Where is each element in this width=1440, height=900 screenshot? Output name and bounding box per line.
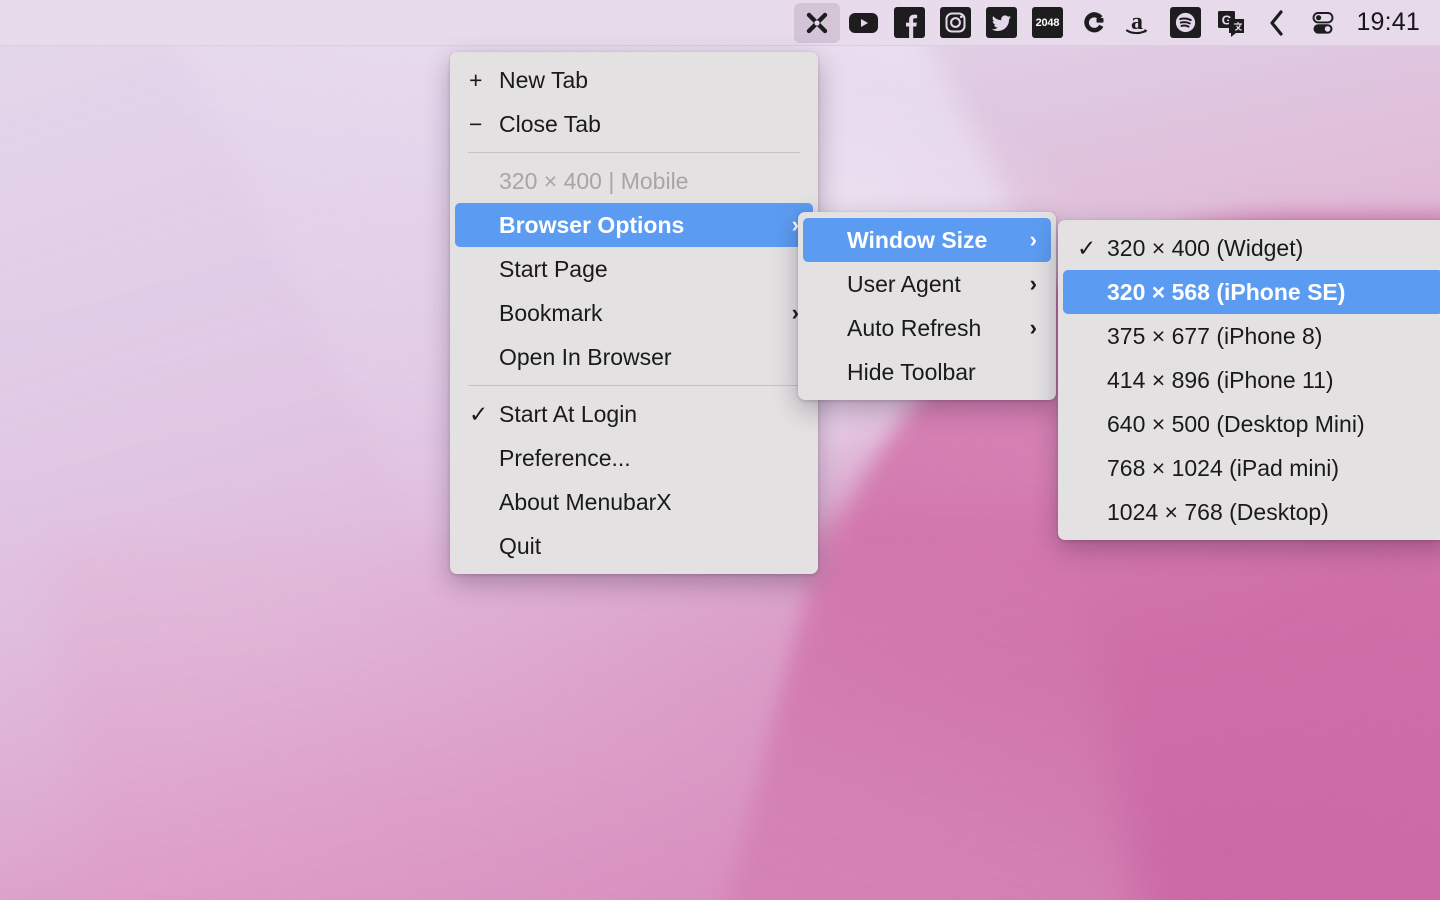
main-menu-item-browser-options[interactable]: Browser Options› xyxy=(455,203,813,247)
browser-options-item-hide-toolbar[interactable]: Hide Toolbar xyxy=(803,350,1051,394)
main-menu-item-320-x-400-mobile: 320 × 400 | Mobile xyxy=(455,159,813,203)
coccoc-icon xyxy=(1078,7,1109,38)
window-size-item-320-x-568-iphone-se[interactable]: 320 × 568 (iPhone SE) xyxy=(1063,270,1440,314)
browser-options-item-user-agent[interactable]: User Agent› xyxy=(803,262,1051,306)
main-menu-item-label: Browser Options xyxy=(499,212,782,239)
menubar-icon-youtube[interactable] xyxy=(840,3,886,43)
2048-icon: 2048 xyxy=(1032,7,1063,38)
minus-icon: − xyxy=(469,113,499,136)
window-size-item-label: 320 × 568 (iPhone SE) xyxy=(1107,279,1429,306)
window-size-item-label: 640 × 500 (Desktop Mini) xyxy=(1107,411,1429,438)
google-translate-icon: G xyxy=(1215,7,1248,38)
menubar-icon-amazon[interactable]: a xyxy=(1116,3,1162,43)
browser-options-item-auto-refresh[interactable]: Auto Refresh› xyxy=(803,306,1051,350)
chevron-right-icon: › xyxy=(1020,227,1037,253)
browser-options-item-label: Auto Refresh xyxy=(847,315,1020,342)
browser-options-submenu: Window Size›User Agent›Auto Refresh›Hide… xyxy=(798,212,1056,400)
main-menu-item-label: Preference... xyxy=(499,445,799,472)
window-size-item-label: 768 × 1024 (iPad mini) xyxy=(1107,455,1429,482)
main-menu-item-quit[interactable]: Quit xyxy=(455,524,813,568)
menubar-collapse-chevron[interactable] xyxy=(1254,3,1300,43)
menubar-icon-twitter[interactable] xyxy=(978,3,1024,43)
menubar-clock[interactable]: 19:41 xyxy=(1346,8,1426,37)
youtube-icon xyxy=(848,11,879,35)
menubar-icon-coccoc[interactable] xyxy=(1070,3,1116,43)
main-menu-separator xyxy=(468,152,800,153)
chevron-left-icon xyxy=(1267,7,1287,39)
window-size-item-320-x-400-widget[interactable]: ✓320 × 400 (Widget) xyxy=(1063,226,1440,270)
browser-options-item-label: Window Size xyxy=(847,227,1020,254)
main-menu-item-new-tab[interactable]: +New Tab xyxy=(455,58,813,102)
svg-text:a: a xyxy=(1131,9,1143,35)
window-size-item-label: 414 × 896 (iPhone 11) xyxy=(1107,367,1429,394)
chevron-right-icon: › xyxy=(782,300,799,326)
check-icon: ✓ xyxy=(469,403,499,426)
control-center-icon xyxy=(1308,8,1338,38)
facebook-icon xyxy=(894,7,925,38)
menubarx-main-menu: +New Tab−Close Tab320 × 400 | MobileBrow… xyxy=(450,52,818,574)
window-size-item-768-x-1024-ipad-mini[interactable]: 768 × 1024 (iPad mini) xyxy=(1063,446,1440,490)
spotify-icon xyxy=(1170,7,1201,38)
menubar-icon-menubarx[interactable] xyxy=(794,3,840,43)
main-menu-separator xyxy=(468,385,800,386)
main-menu-item-preference[interactable]: Preference... xyxy=(455,436,813,480)
menu-bar: 2048 a G xyxy=(0,0,1440,46)
chevron-right-icon: › xyxy=(1020,315,1037,341)
main-menu-item-start-page[interactable]: Start Page xyxy=(455,247,813,291)
main-menu-item-label: Close Tab xyxy=(499,111,799,138)
browser-options-item-label: User Agent xyxy=(847,271,1020,298)
menubarx-icon xyxy=(802,8,832,38)
main-menu-item-label: About MenubarX xyxy=(499,489,799,516)
menubar-icon-2048[interactable]: 2048 xyxy=(1024,3,1070,43)
plus-icon: + xyxy=(469,69,499,92)
menubar-icon-google-translate[interactable]: G xyxy=(1208,3,1254,43)
menubar-control-center[interactable] xyxy=(1300,3,1346,43)
window-size-submenu: ✓320 × 400 (Widget) 320 × 568 (iPhone SE)… xyxy=(1058,220,1440,540)
wallpaper-ridge-bottom xyxy=(42,540,1167,900)
main-menu-item-bookmark[interactable]: Bookmark› xyxy=(455,291,813,335)
window-size-item-1024-x-768-desktop[interactable]: 1024 × 768 (Desktop) xyxy=(1063,490,1440,534)
main-menu-item-label: 320 × 400 | Mobile xyxy=(499,168,799,195)
window-size-item-640-x-500-desktop-mini[interactable]: 640 × 500 (Desktop Mini) xyxy=(1063,402,1440,446)
main-menu-item-label: Open In Browser xyxy=(499,344,799,371)
instagram-icon xyxy=(940,7,971,38)
browser-options-item-window-size[interactable]: Window Size› xyxy=(803,218,1051,262)
main-menu-item-label: Bookmark xyxy=(499,300,782,327)
window-size-item-label: 375 × 677 (iPhone 8) xyxy=(1107,323,1429,350)
main-menu-item-label: New Tab xyxy=(499,67,799,94)
chevron-right-icon: › xyxy=(1020,271,1037,297)
main-menu-item-label: Start At Login xyxy=(499,401,799,428)
main-menu-item-label: Start Page xyxy=(499,256,799,283)
menubar-icon-facebook[interactable] xyxy=(886,3,932,43)
main-menu-item-label: Quit xyxy=(499,533,799,560)
amazon-icon: a xyxy=(1122,7,1156,38)
chevron-right-icon: › xyxy=(782,212,799,238)
main-menu-item-open-in-browser[interactable]: Open In Browser xyxy=(455,335,813,379)
window-size-item-375-x-677-iphone-8[interactable]: 375 × 677 (iPhone 8) xyxy=(1063,314,1440,358)
window-size-item-414-x-896-iphone-11[interactable]: 414 × 896 (iPhone 11) xyxy=(1063,358,1440,402)
browser-options-item-label: Hide Toolbar xyxy=(847,359,1037,386)
check-icon: ✓ xyxy=(1077,237,1107,260)
main-menu-item-close-tab[interactable]: −Close Tab xyxy=(455,102,813,146)
main-menu-item-about-menubarx[interactable]: About MenubarX xyxy=(455,480,813,524)
window-size-item-label: 320 × 400 (Widget) xyxy=(1107,235,1429,262)
main-menu-item-start-at-login[interactable]: ✓Start At Login xyxy=(455,392,813,436)
window-size-item-label: 1024 × 768 (Desktop) xyxy=(1107,499,1429,526)
twitter-icon xyxy=(986,7,1017,38)
menubar-icon-instagram[interactable] xyxy=(932,3,978,43)
menubar-icon-spotify[interactable] xyxy=(1162,3,1208,43)
